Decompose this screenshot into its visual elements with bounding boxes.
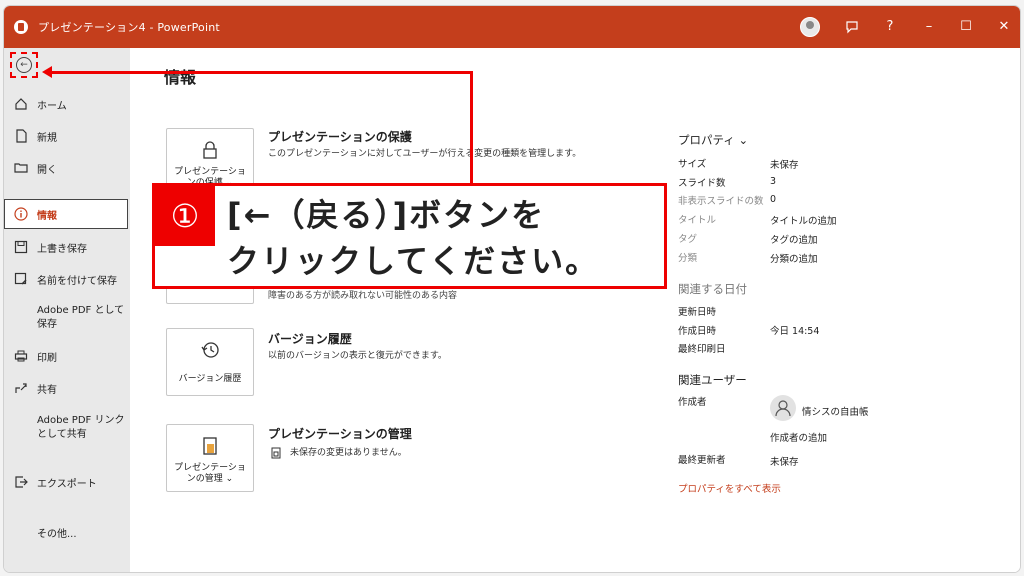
- sidebar-item-new[interactable]: 新規: [14, 122, 128, 150]
- step-number-badge: ①: [155, 186, 215, 246]
- prop-value: 3: [770, 176, 777, 187]
- home-icon: [14, 97, 28, 111]
- annotation-arrow-horizontal: [50, 71, 473, 74]
- info-pane: 情報 プレゼンテーションの保護 ⌄ プレゼンテーションの保護 このプレゼンテーシ…: [130, 48, 1020, 572]
- sidebar-item-adobe-pdf-save[interactable]: Adobe PDF として保存: [37, 304, 125, 338]
- print-icon: [14, 349, 28, 363]
- prop-label: 非表示スライドの数: [678, 196, 764, 207]
- info-icon: [14, 207, 28, 221]
- sidebar-item-adobe-pdf-share[interactable]: Adobe PDF リンクとして共有: [37, 414, 125, 448]
- share-icon: [14, 381, 28, 395]
- protect-description: このプレゼンテーションに対してユーザーが行える変更の種類を管理します。: [268, 149, 582, 159]
- prop-value: 未保存: [770, 160, 799, 171]
- account-avatar[interactable]: [800, 17, 820, 37]
- protect-title: プレゼンテーションの保護: [268, 130, 412, 144]
- window-title: プレゼンテーション4 - PowerPoint: [38, 21, 220, 34]
- sidebar-item-save[interactable]: 上書き保存: [14, 233, 128, 261]
- category-field[interactable]: 分類の追加: [770, 251, 818, 265]
- prop-label: 最終更新者: [678, 455, 726, 466]
- new-file-icon: [14, 129, 28, 143]
- prop-label: 分類: [678, 253, 698, 264]
- prop-label: 最終印刷日: [678, 344, 726, 355]
- properties-heading[interactable]: プロパティ ⌄: [678, 132, 748, 148]
- sidebar-item-share[interactable]: 共有: [14, 374, 128, 402]
- prop-value: 0: [770, 194, 777, 205]
- related-dates-heading: 関連する日付: [678, 282, 747, 296]
- history-icon: [199, 339, 221, 361]
- sidebar-item-home[interactable]: ホーム: [14, 90, 128, 118]
- sidebar-item-export[interactable]: エクスポート: [14, 468, 128, 496]
- prop-label: サイズ: [678, 159, 707, 170]
- close-button[interactable]: ✕: [992, 16, 1016, 38]
- sidebar-item-save-as[interactable]: 名前を付けて保存: [14, 265, 128, 293]
- powerpoint-icon: [14, 20, 28, 34]
- annotation-arrow-head: [42, 66, 52, 78]
- callout-line-1: [←（戻る）]ボタンを: [227, 196, 546, 234]
- prop-label: 更新日時: [678, 307, 717, 318]
- sidebar-item-print[interactable]: 印刷: [14, 342, 128, 370]
- sidebar-item-info[interactable]: 情報: [4, 199, 128, 229]
- add-author-link[interactable]: 作成者の追加: [770, 430, 827, 444]
- prop-label: タイトル: [678, 215, 717, 226]
- sidebar-item-open[interactable]: 開く: [14, 154, 128, 182]
- folder-icon: [14, 161, 28, 175]
- title-bar: プレゼンテーション4 - PowerPoint ? – ☐ ✕: [4, 6, 1020, 48]
- help-button[interactable]: ?: [878, 16, 902, 38]
- prop-value: 未保存: [770, 457, 799, 468]
- powerpoint-window: プレゼンテーション4 - PowerPoint ? – ☐ ✕ ← ホーム 新規…: [4, 6, 1020, 572]
- related-people-heading: 関連ユーザー: [678, 373, 747, 387]
- prop-label: スライド数: [678, 178, 726, 189]
- annotation-arrow-vertical: [470, 72, 473, 190]
- author-name: 情シスの自由帳: [802, 407, 869, 418]
- instruction-callout: ① [←（戻る）]ボタンを クリックしてください。: [152, 183, 667, 289]
- show-all-properties-link[interactable]: プロパティをすべて表示: [678, 481, 781, 495]
- prop-value: 今日 14:54: [770, 326, 820, 337]
- manage-document-icon: [199, 435, 221, 457]
- author-avatar[interactable]: [770, 395, 796, 421]
- version-history-title: バージョン履歴: [268, 332, 352, 346]
- callout-line-2: クリックしてください。: [227, 242, 600, 280]
- back-arrow-icon: ←: [16, 57, 32, 73]
- prop-label: 作成日時: [678, 326, 717, 337]
- lock-icon: [199, 139, 221, 161]
- minimize-button[interactable]: –: [917, 16, 941, 38]
- manage-presentation-button[interactable]: プレゼンテーションの管理 ⌄: [166, 424, 254, 492]
- export-icon: [14, 475, 28, 489]
- page-title: 情報: [164, 68, 197, 87]
- sidebar-item-more[interactable]: その他...: [37, 518, 125, 546]
- version-history-button[interactable]: バージョン履歴: [166, 328, 254, 396]
- prop-label: タグ: [678, 234, 698, 245]
- document-icon: [270, 444, 282, 463]
- inspect-description: 障害のある方が読み取れない可能性のある内容: [268, 291, 458, 301]
- maximize-button[interactable]: ☐: [954, 16, 978, 38]
- backstage-sidebar: ← ホーム 新規 開く 情報 上書き保存 名前を付けて保存 Adobe PDF …: [4, 48, 130, 572]
- version-history-description: 以前のバージョンの表示と復元ができます。: [268, 351, 447, 361]
- manage-title: プレゼンテーションの管理: [268, 427, 412, 441]
- save-icon: [14, 240, 28, 254]
- prop-label: 作成者: [678, 397, 707, 408]
- feedback-icon[interactable]: [840, 16, 864, 38]
- title-field[interactable]: タイトルの追加: [770, 213, 837, 227]
- save-as-icon: [14, 272, 28, 286]
- manage-description: 未保存の変更はありません。: [290, 448, 407, 458]
- back-button[interactable]: ←: [10, 52, 38, 78]
- tag-field[interactable]: タグの追加: [770, 232, 818, 246]
